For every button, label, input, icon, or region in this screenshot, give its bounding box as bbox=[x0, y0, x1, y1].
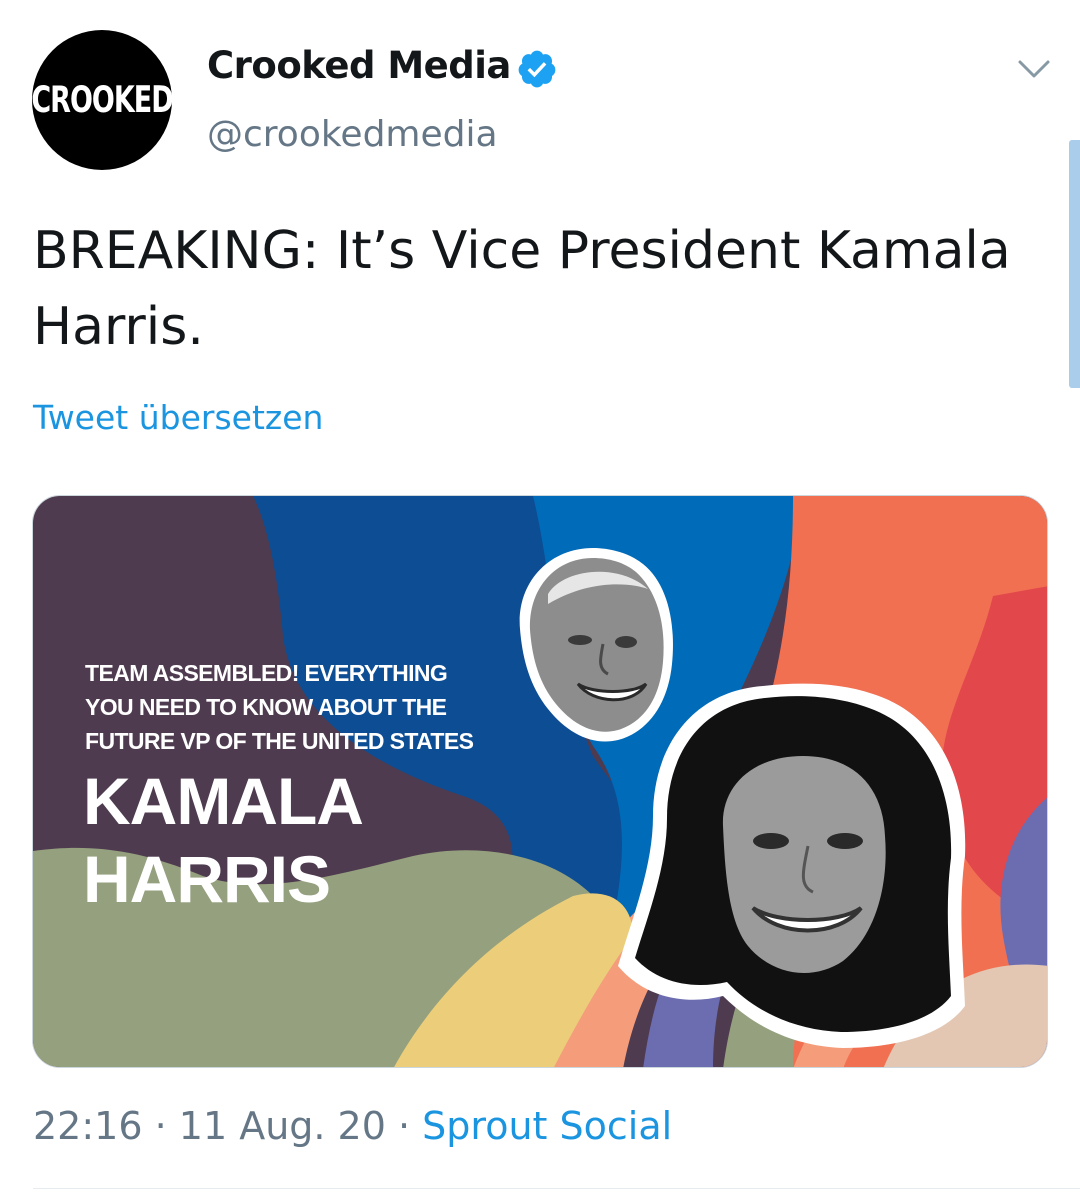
chevron-down-icon[interactable] bbox=[1016, 54, 1052, 84]
tweet-text: BREAKING: It’s Vice President Kamala Har… bbox=[33, 221, 1011, 357]
verified-badge-icon bbox=[518, 50, 556, 88]
media-name-line: KAMALA bbox=[83, 764, 364, 838]
author-handle[interactable]: @crookedmedia bbox=[207, 114, 498, 155]
tweet-date[interactable]: 11 Aug. 20 bbox=[179, 1104, 386, 1148]
headline-line: FUTURE VP OF THE UNITED STATES bbox=[85, 728, 474, 754]
headline-line: YOU NEED TO KNOW ABOUT THE bbox=[85, 694, 447, 720]
author-display-name[interactable]: Crooked Media bbox=[207, 44, 511, 87]
media-name-line: HARRIS bbox=[83, 842, 331, 916]
meta-separator: · bbox=[385, 1104, 423, 1148]
tweet-meta: 22:16 · 11 Aug. 20 · Sprout Social bbox=[33, 1104, 672, 1148]
tweet-time[interactable]: 22:16 bbox=[33, 1104, 143, 1148]
avatar-logo-text: CROOKED bbox=[31, 79, 173, 121]
meta-separator: · bbox=[142, 1104, 179, 1148]
headline-line: TEAM ASSEMBLED! EVERYTHING bbox=[85, 660, 448, 686]
divider bbox=[33, 1188, 1080, 1189]
tweet-source-link[interactable]: Sprout Social bbox=[422, 1104, 672, 1148]
avatar[interactable]: CROOKED bbox=[31, 30, 174, 170]
translate-tweet-link[interactable]: Tweet übersetzen bbox=[33, 398, 323, 437]
scrollbar[interactable] bbox=[1069, 140, 1080, 388]
media-card[interactable]: TEAM ASSEMBLED! EVERYTHING YOU NEED TO K… bbox=[32, 495, 1048, 1068]
media-headline: TEAM ASSEMBLED! EVERYTHING YOU NEED TO K… bbox=[85, 656, 525, 758]
harris-face-illustration bbox=[618, 683, 966, 1048]
